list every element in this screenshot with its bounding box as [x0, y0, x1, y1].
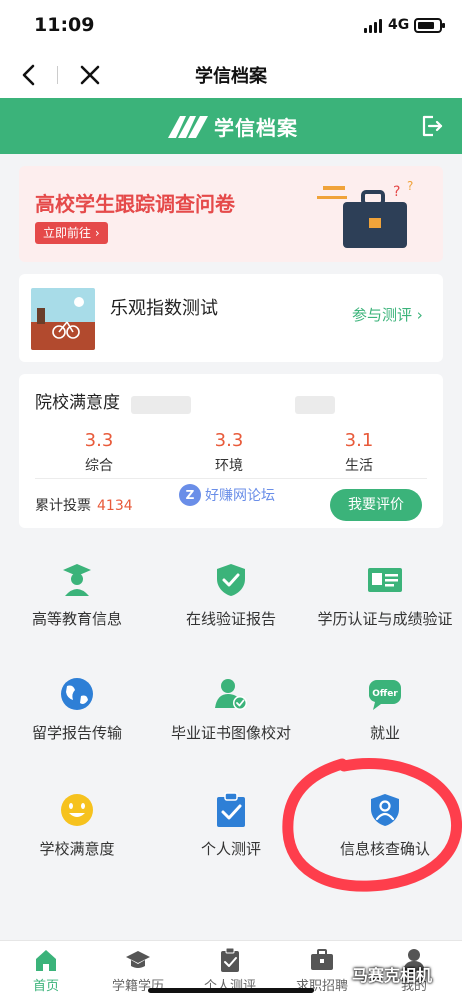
signal-icon [364, 19, 382, 33]
score-label: 生活 [345, 458, 373, 474]
tab-home[interactable]: 首页 [0, 947, 92, 994]
logout-icon[interactable] [420, 114, 444, 138]
score-label: 综合 [85, 458, 113, 474]
offer-icon: Offer [369, 680, 401, 710]
quiz-title: 乐观指数测试 [110, 298, 218, 319]
camera-watermark: 马赛克相机 [352, 966, 433, 985]
briefcase-icon [311, 949, 333, 970]
watermark-badge-icon: Z [179, 484, 201, 506]
banner-title: 高校学生跟踪调查问卷 [35, 192, 235, 216]
grid-label: 信息核查确认 [339, 840, 430, 858]
grid-label: 就业 [369, 724, 400, 742]
home-indicator [148, 988, 314, 993]
app-header: 学信档案 [0, 98, 462, 154]
score-label: 环境 [215, 458, 243, 474]
grid-label: 在线验证报告 [185, 610, 276, 628]
score-overall: 3.3 综合 [59, 430, 139, 475]
status-bar: 11:09 4G [0, 0, 462, 52]
briefcase-illustration-icon: ? ? [317, 179, 413, 248]
blurred-region [295, 396, 335, 414]
tab-education[interactable]: 学籍学历 [92, 947, 184, 994]
grid-label: 留学报告传输 [31, 724, 122, 742]
svg-text:?: ? [393, 184, 400, 200]
join-quiz-link[interactable]: 参与测评 › [352, 304, 423, 325]
score-value: 3.1 [344, 430, 374, 451]
grid-label: 个人测评 [200, 840, 261, 858]
network-type: 4G [388, 17, 410, 33]
clipboard-icon [221, 947, 239, 972]
vote-count: 4134 [97, 498, 133, 514]
divider [35, 478, 427, 479]
offer-badge-text: Offer [372, 689, 398, 699]
clipboard-check-icon [217, 792, 245, 827]
watermark-text: 好赚网论坛 [205, 488, 275, 504]
go-now-button[interactable]: 立即前往 › [35, 222, 108, 244]
grid-label: 高等教育信息 [31, 610, 122, 628]
home-icon [36, 950, 56, 971]
grid-label: 学校满意度 [39, 840, 115, 858]
grid-item-employment[interactable]: Offer 就业 [308, 676, 462, 744]
quiz-thumbnail [31, 288, 95, 350]
rate-button[interactable]: 我要评价 [330, 489, 422, 521]
user-check-icon [215, 679, 247, 710]
tab-personal-test[interactable]: 个人测评 [184, 947, 276, 994]
page-title: 学信档案 [195, 66, 267, 87]
grid-item-diploma-check[interactable]: 毕业证书图像校对 [154, 676, 308, 744]
globe-icon [61, 678, 93, 710]
grid-item-study-abroad[interactable]: 留学报告传输 [0, 676, 154, 744]
blurred-region [131, 396, 191, 414]
score-value: 3.3 [214, 430, 244, 451]
shield-check-icon [217, 564, 245, 596]
satisfaction-title: 院校满意度 [35, 393, 120, 413]
svg-text:?: ? [407, 179, 413, 193]
score-environment: 3.3 环境 [189, 430, 269, 475]
graduation-cap-icon [126, 951, 150, 968]
grid-item-info-verification[interactable]: 信息核查确认 [308, 792, 462, 860]
grid-item-personal-test[interactable]: 个人测评 [154, 792, 308, 860]
grid-label: 学历认证与成绩验证 [317, 610, 453, 628]
grid-item-higher-education[interactable]: 高等教育信息 [0, 562, 154, 630]
id-card-icon [368, 568, 402, 592]
quiz-card[interactable]: 乐观指数测试 参与测评 › [19, 274, 443, 362]
tab-label: 首页 [32, 979, 59, 994]
user-shield-icon [371, 794, 399, 826]
status-time: 11:09 [34, 14, 95, 36]
vote-total: 累计投票 4134 [35, 495, 133, 515]
grid-item-online-report[interactable]: 在线验证报告 [154, 562, 308, 630]
app-logo-icon [168, 116, 208, 138]
satisfaction-card: 院校满意度 3.3 综合 3.3 环境 3.1 生活 累计投票 4134 Z 好赚… [19, 374, 443, 528]
grid-item-school-satisfaction[interactable]: 学校满意度 [0, 792, 154, 860]
smiley-icon [61, 794, 93, 826]
grid-label: 毕业证书图像校对 [170, 724, 291, 742]
score-life: 3.1 生活 [319, 430, 399, 475]
grid-item-degree-verification[interactable]: 学历认证与成绩验证 [308, 562, 462, 630]
battery-icon [414, 18, 445, 33]
forum-watermark: Z 好赚网论坛 [179, 484, 275, 506]
nav-bar: 学信档案 [0, 52, 462, 98]
score-value: 3.3 [84, 430, 114, 451]
app-header-title: 学信档案 [214, 116, 298, 140]
graduate-icon [63, 564, 91, 596]
survey-banner[interactable]: 高校学生跟踪调查问卷 立即前往 › ? ? [19, 166, 443, 262]
vote-label: 累计投票 [35, 498, 91, 514]
